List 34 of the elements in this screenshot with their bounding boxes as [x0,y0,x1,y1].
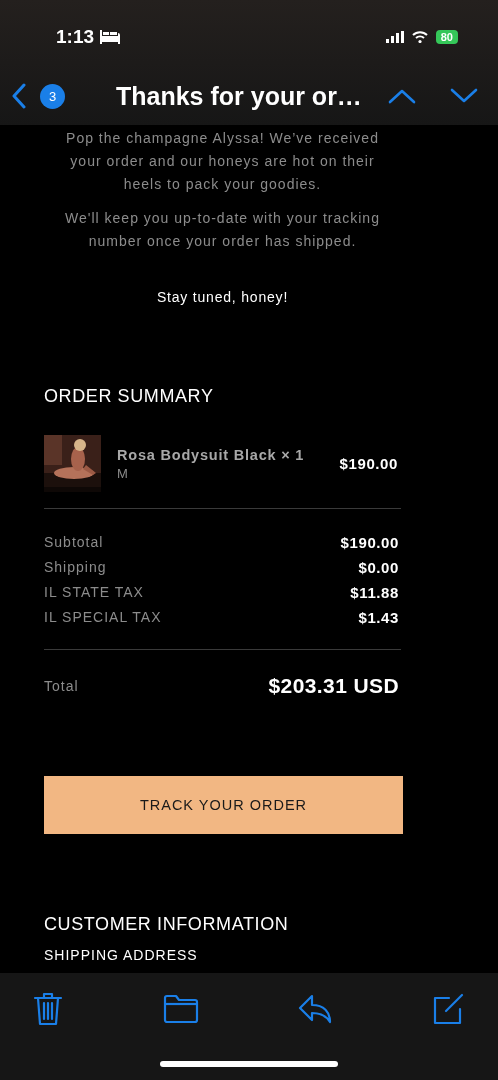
section-subheading: SHIPPING ADDRESS [44,947,199,963]
summary-label: IL STATE TAX [44,584,144,600]
summary-label: Subtotal [44,534,104,550]
status-time: 1:13 [56,26,95,48]
product-price: $190.00 [339,455,399,472]
summary-label: IL SPECIAL TAX [44,609,162,625]
reply-icon[interactable] [298,994,333,1024]
chevron-down-icon[interactable] [450,88,478,104]
section-heading: ORDER SUMMARY [44,386,215,407]
total-label: Total [44,678,79,694]
message-paragraph: We'll keep you up-to-date with your tracking number once your order has shipped. [64,209,381,251]
bed-icon [99,30,122,44]
chevron-up-icon[interactable] [388,88,416,104]
trash-icon[interactable] [33,992,63,1026]
sign-off-text: Stay tuned, honey! [155,289,290,305]
back-icon[interactable] [12,83,26,109]
wifi-icon [411,31,428,43]
signal-icon [385,31,404,43]
summary-value: $0.00 [358,558,400,576]
unread-count: 3 [40,83,65,109]
track-order-button[interactable]: TRACK YOUR ORDER [44,776,403,834]
product-size: M [117,465,129,481]
compose-icon[interactable] [431,993,464,1025]
battery-level: 80 [435,30,458,44]
folder-icon[interactable] [162,994,199,1024]
summary-value: $11.88 [350,583,400,601]
email-subject: Thanks for your or… [116,81,363,111]
product-name: Rosa Bodysuit Black × 1 [117,446,306,463]
summary-label: Shipping [44,559,107,575]
summary-value: $190.00 [340,533,400,551]
section-heading: CUSTOMER INFORMATION [44,914,290,935]
message-paragraph: Pop the champagne Alyssa! We’ve received your order and our honeys are hot on their heels to pack your goodies. [65,129,380,194]
summary-value: $1.43 [358,608,400,626]
total-amount: $203.31 USD [268,674,400,698]
